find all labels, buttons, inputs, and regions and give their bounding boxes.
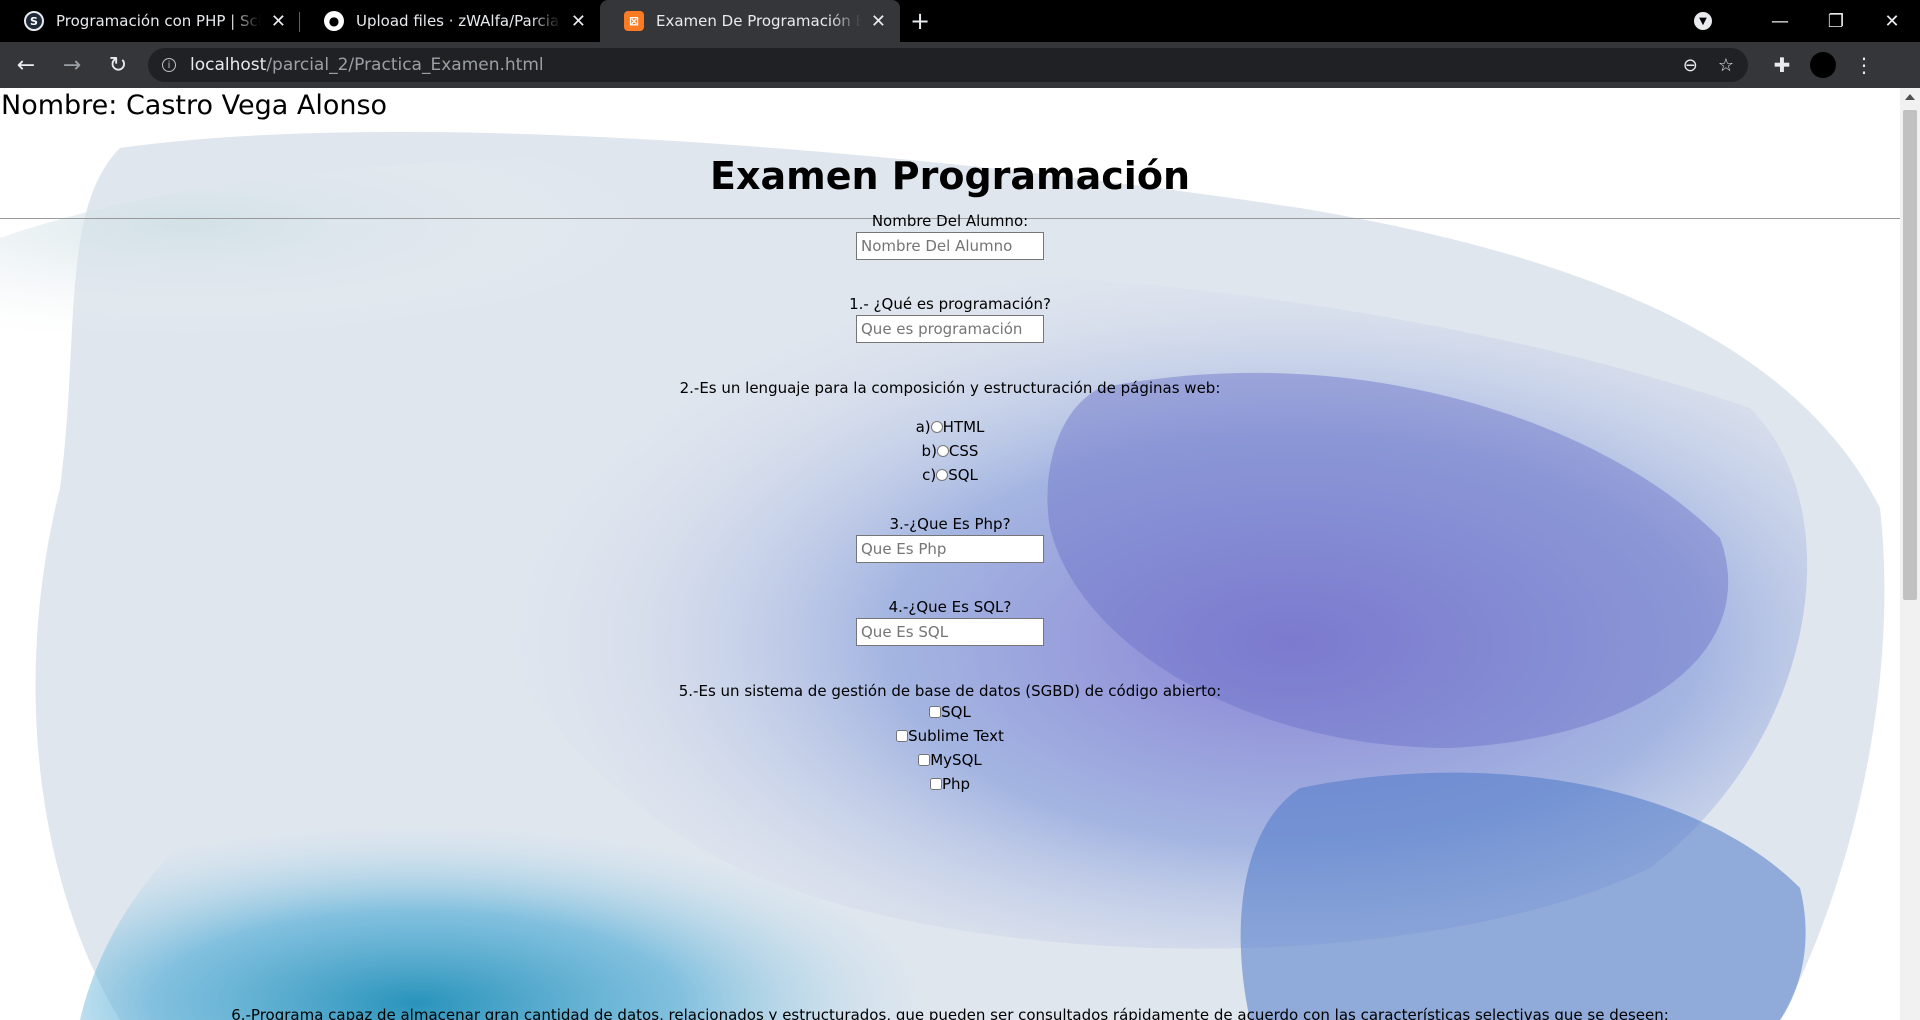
zoom-icon[interactable]: ⊖ xyxy=(1683,55,1698,76)
checkbox-sublime-text[interactable] xyxy=(896,730,909,742)
question-3-input[interactable] xyxy=(856,535,1044,563)
menu-kebab-icon[interactable]: ⋮ xyxy=(1844,53,1884,77)
name-field-label: Nombre Del Alumno: xyxy=(871,212,1029,230)
url-host: localhost xyxy=(190,55,267,75)
question-2-option-b[interactable]: b) CSS xyxy=(0,439,1900,463)
tab-title: Examen De Programación En Php xyxy=(656,12,861,30)
radio-css[interactable] xyxy=(936,445,949,457)
checkbox-sql[interactable] xyxy=(929,706,942,718)
minimize-icon[interactable]: — xyxy=(1752,0,1808,42)
tab-github[interactable]: ● Upload files · zWAlfa/Parcial_2_W ✕ xyxy=(300,0,600,42)
close-icon[interactable]: ✕ xyxy=(571,11,586,32)
option-prefix: c) xyxy=(922,466,937,484)
option-text: CSS xyxy=(948,442,979,460)
question-5-option-sql[interactable]: SQL xyxy=(0,700,1900,724)
xampp-icon: ⊠ xyxy=(624,11,644,31)
reload-icon[interactable]: ↻ xyxy=(98,45,138,85)
question-3-label: 3.-¿Que Es Php? xyxy=(889,515,1011,533)
question-1-label: 1.- ¿Qué es programación? xyxy=(849,295,1051,313)
close-window-icon[interactable]: ✕ xyxy=(1864,0,1920,42)
question-5: 5.-Es un sistema de gestión de base de d… xyxy=(0,682,1900,796)
question-5-option-sublime[interactable]: Sublime Text xyxy=(0,724,1900,748)
info-icon[interactable]: i xyxy=(162,58,176,72)
option-text: Sublime Text xyxy=(908,727,1004,745)
question-5-option-mysql[interactable]: MySQL xyxy=(0,748,1900,772)
github-icon: ● xyxy=(324,11,344,31)
toolbar-right: ✚ ⋮ xyxy=(1762,52,1884,78)
scroll-up-icon[interactable] xyxy=(1905,94,1915,100)
radio-html[interactable] xyxy=(930,421,943,433)
option-prefix: b) xyxy=(921,442,937,460)
avatar[interactable] xyxy=(1810,52,1836,78)
question-5-option-php[interactable]: Php xyxy=(0,772,1900,796)
schoolo-icon: S xyxy=(24,11,44,31)
page-viewport: Nombre: Castro Vega Alonso Examen Progra… xyxy=(0,88,1920,1020)
tab-schoolo[interactable]: S Programación con PHP | Schoolo ✕ xyxy=(0,0,300,42)
question-6-label: 6.-Programa capaz de almacenar gran cant… xyxy=(231,1006,1669,1020)
address-bar[interactable]: i localhost/parcial_2/Practica_Examen.ht… xyxy=(148,48,1748,82)
name-field-group: Nombre Del Alumno: xyxy=(0,212,1900,260)
tab-title: Upload files · zWAlfa/Parcial_2_W xyxy=(356,12,561,30)
window-controls: ▼ — ❐ ✕ xyxy=(1694,0,1920,42)
option-text: HTML xyxy=(942,418,985,436)
bookmark-star-icon[interactable]: ☆ xyxy=(1718,55,1734,76)
exam-page: Nombre: Castro Vega Alonso Examen Progra… xyxy=(0,88,1900,1020)
question-1: 1.- ¿Qué es programación? xyxy=(0,295,1900,343)
option-text: SQL xyxy=(948,466,978,484)
question-1-input[interactable] xyxy=(856,315,1044,343)
close-icon[interactable]: ✕ xyxy=(271,11,286,32)
tab-title: Programación con PHP | Schoolo xyxy=(56,12,261,30)
page-scrollbar[interactable] xyxy=(1900,88,1920,1020)
question-4-label: 4.-¿Que Es SQL? xyxy=(888,598,1012,616)
tab-search-icon[interactable]: ▼ xyxy=(1694,12,1712,30)
question-2-label: 2.-Es un lenguaje para la composición y … xyxy=(679,379,1221,397)
student-name-heading: Nombre: Castro Vega Alonso xyxy=(1,90,388,121)
student-name-input[interactable] xyxy=(856,232,1044,260)
checkbox-mysql[interactable] xyxy=(918,754,931,766)
question-6: 6.-Programa capaz de almacenar gran cant… xyxy=(0,1006,1900,1020)
restore-icon[interactable]: ❐ xyxy=(1808,0,1864,42)
question-2-option-a[interactable]: a) HTML xyxy=(0,415,1900,439)
extensions-puzzle-icon[interactable]: ✚ xyxy=(1762,53,1802,77)
question-4: 4.-¿Que Es SQL? xyxy=(0,598,1900,646)
option-text: SQL xyxy=(941,703,971,721)
scrollbar-thumb[interactable] xyxy=(1903,110,1917,600)
browser-toolbar: ← → ↻ i localhost/parcial_2/Practica_Exa… xyxy=(0,42,1920,88)
question-4-input[interactable] xyxy=(856,618,1044,646)
page-title: Examen Programación xyxy=(710,154,1190,198)
tab-examen[interactable]: ⊠ Examen De Programación En Php ✕ xyxy=(600,0,900,42)
option-text: MySQL xyxy=(930,751,982,769)
close-icon[interactable]: ✕ xyxy=(871,11,886,32)
question-2: 2.-Es un lenguaje para la composición y … xyxy=(0,379,1900,487)
forward-icon[interactable]: → xyxy=(52,45,92,85)
option-prefix: a) xyxy=(915,418,931,436)
tab-bar: S Programación con PHP | Schoolo ✕ ● Upl… xyxy=(0,0,1920,42)
option-text: Php xyxy=(941,775,971,793)
back-icon[interactable]: ← xyxy=(6,45,46,85)
question-2-option-c[interactable]: c) SQL xyxy=(0,463,1900,487)
url-path: /parcial_2/Practica_Examen.html xyxy=(266,55,544,75)
question-5-label: 5.-Es un sistema de gestión de base de d… xyxy=(678,682,1222,700)
radio-sql[interactable] xyxy=(936,469,949,481)
new-tab-button[interactable]: + xyxy=(900,0,940,42)
question-3: 3.-¿Que Es Php? xyxy=(0,515,1900,563)
checkbox-php[interactable] xyxy=(929,778,942,790)
